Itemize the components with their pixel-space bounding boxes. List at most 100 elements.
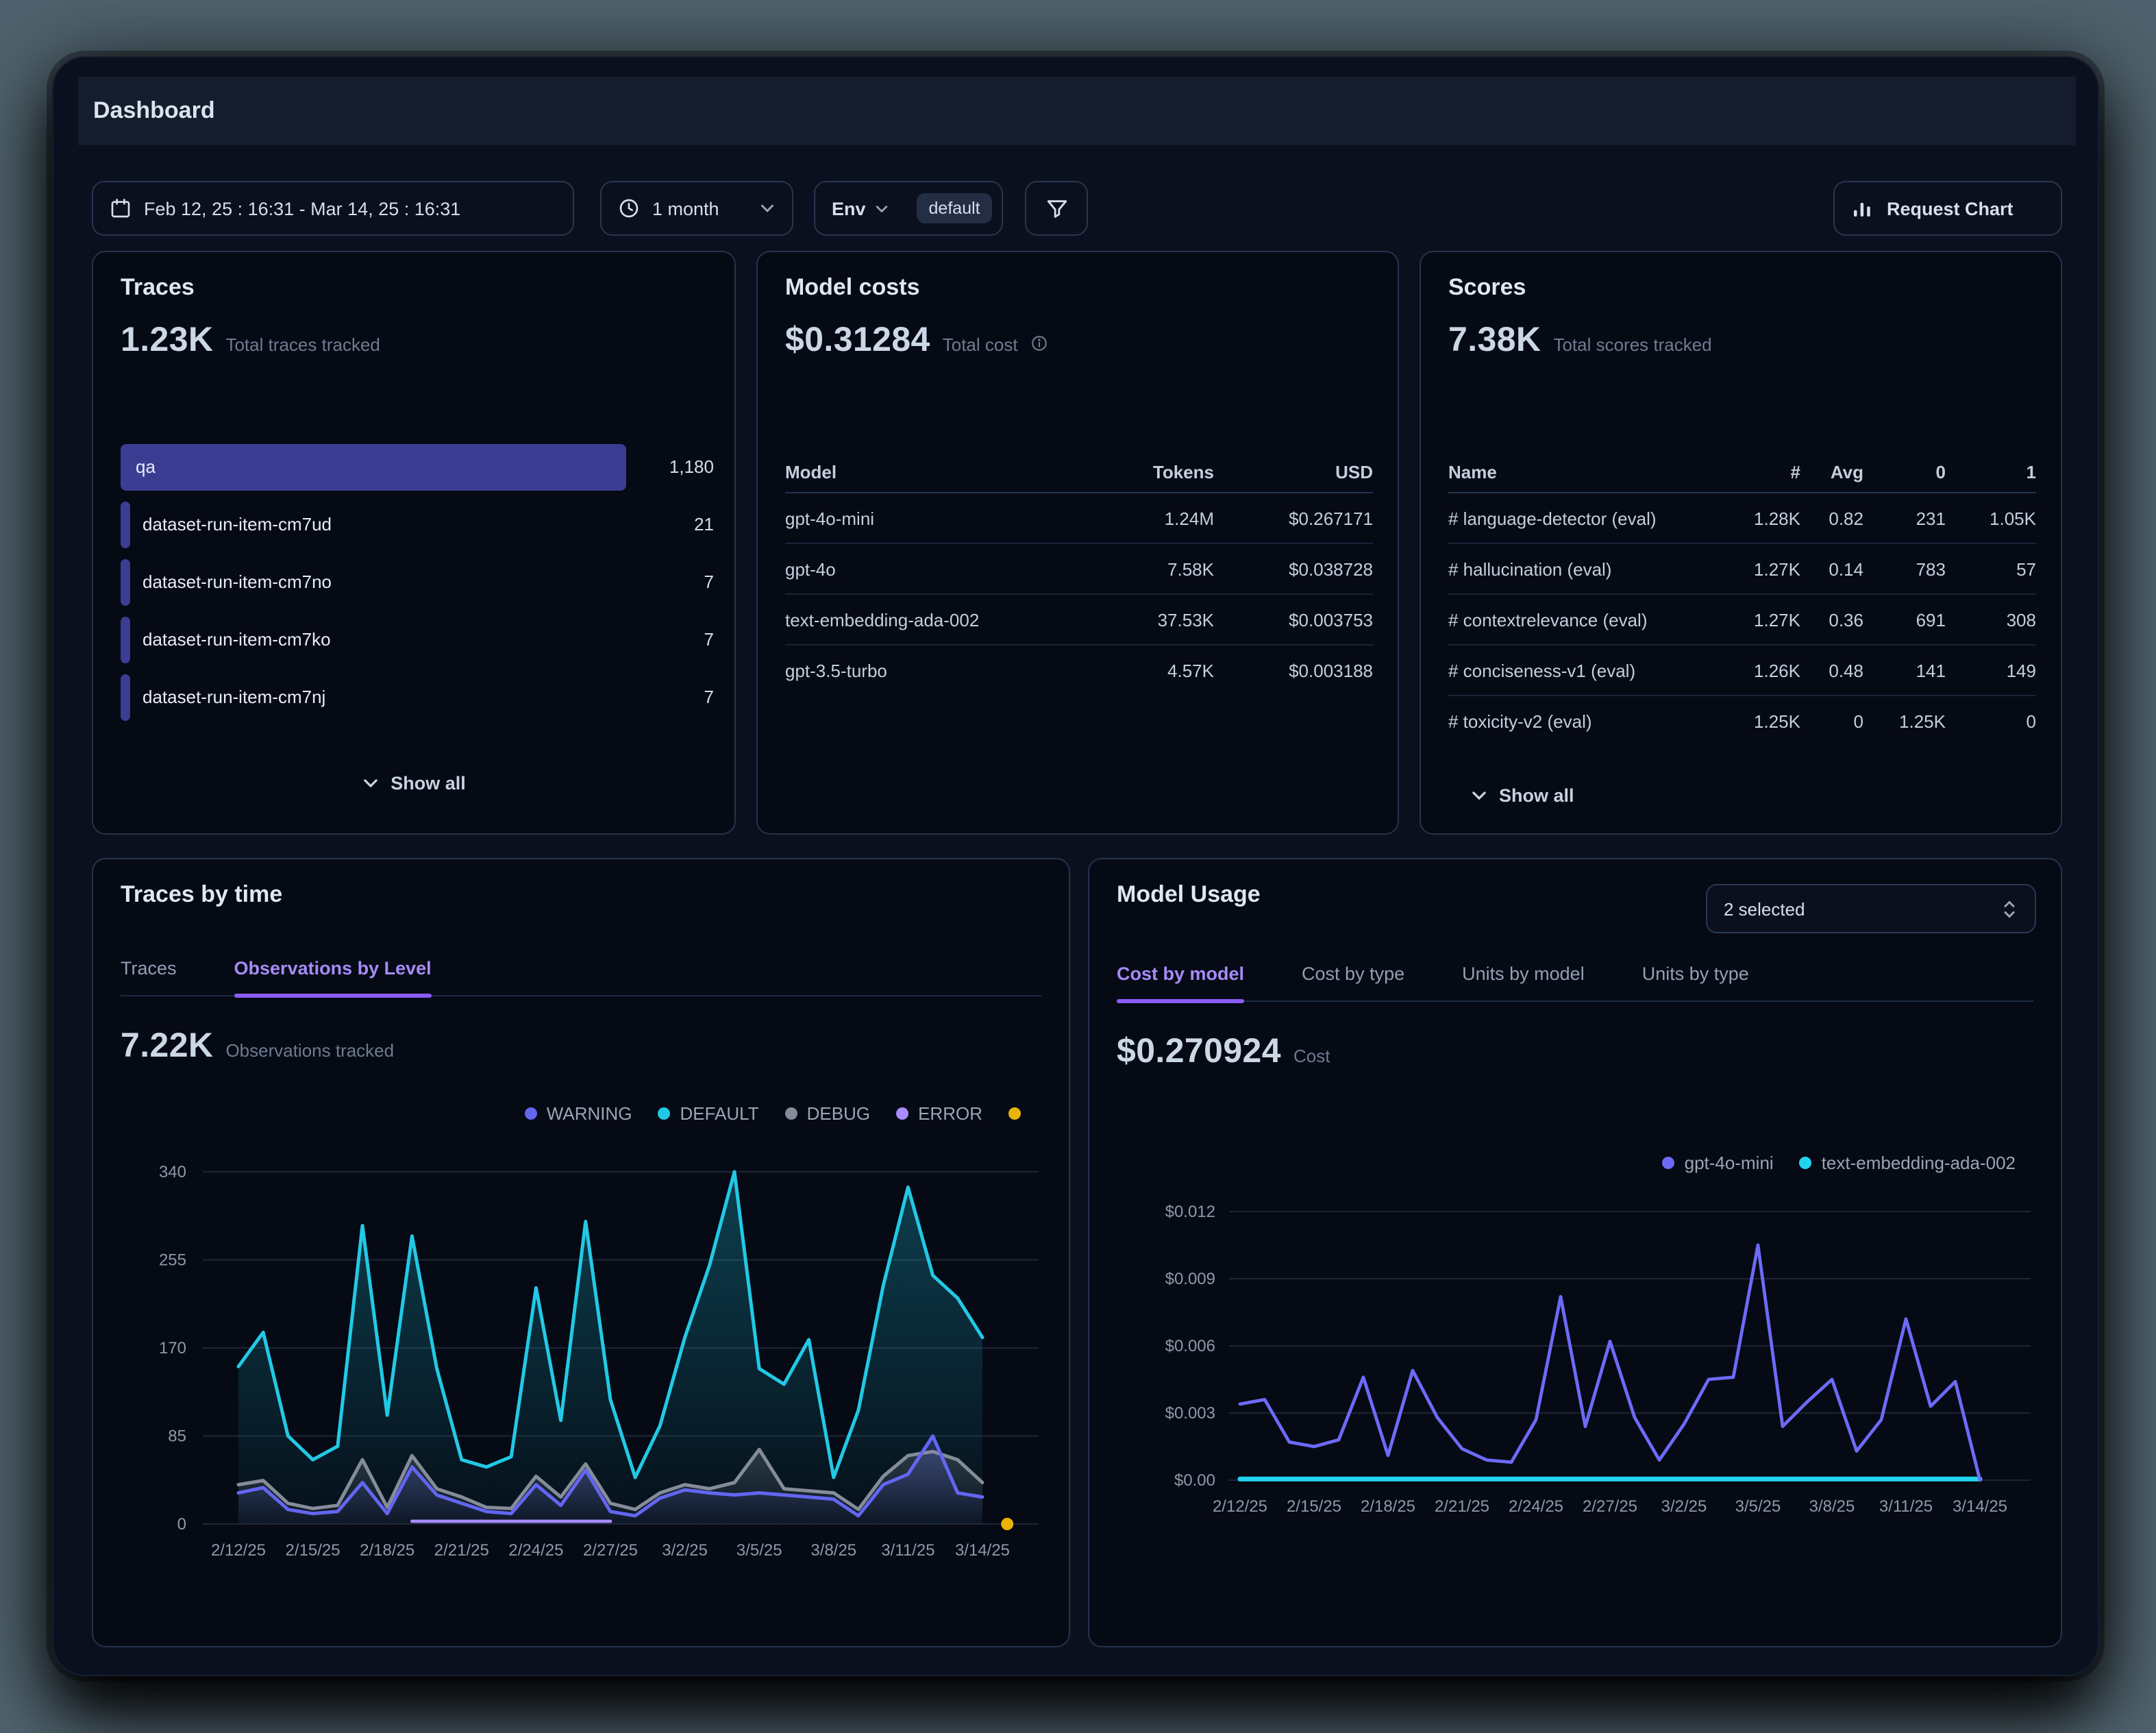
table-cell: $0.003753 — [1214, 609, 1373, 630]
model-usage-chart: $0.00$0.003$0.006$0.009$0.0122/12/252/15… — [1089, 859, 2064, 1649]
date-range-value: Feb 12, 25 : 16:31 - Mar 14, 25 : 16:31 — [144, 198, 460, 219]
table-cell: 308 — [1946, 609, 2036, 630]
chevron-down-icon — [874, 201, 889, 216]
trace-name: dataset-run-item-cm7ko — [143, 617, 331, 663]
table-cell: 0.14 — [1800, 558, 1863, 579]
svg-text:3/5/25: 3/5/25 — [1735, 1497, 1781, 1516]
svg-text:3/2/25: 3/2/25 — [1661, 1497, 1707, 1516]
svg-text:3/2/25: 3/2/25 — [662, 1541, 708, 1560]
table-cell: 1.24M — [1050, 508, 1214, 528]
table-cell: 1.27K — [1721, 609, 1800, 630]
table-cell: 0 — [1800, 711, 1863, 732]
request-chart-button[interactable]: Request Chart — [1833, 181, 2062, 236]
scores-card: Scores 7.38K Total scores tracked Name#A… — [1420, 251, 2062, 835]
traces-bar-list: qa1,180dataset-run-item-cm7ud21dataset-r… — [121, 444, 714, 732]
svg-text:$0.009: $0.009 — [1165, 1270, 1215, 1288]
table-cell: 57 — [1946, 558, 2036, 579]
model-costs-title: Model costs — [785, 274, 920, 302]
chevron-down-icon — [362, 774, 380, 792]
traces-card: Traces 1.23K Total traces tracked qa1,18… — [92, 251, 736, 835]
table-cell: # conciseness-v1 (eval) — [1448, 660, 1721, 680]
table-cell: 4.57K — [1050, 661, 1214, 681]
env-value-chip: default — [917, 193, 993, 223]
traces-total-value: 1.23K — [121, 321, 213, 360]
trace-name: dataset-run-item-cm7ud — [143, 502, 332, 548]
table-cell: # language-detector (eval) — [1448, 508, 1721, 528]
table-cell: 783 — [1863, 558, 1946, 579]
svg-text:2/18/25: 2/18/25 — [1361, 1497, 1415, 1516]
traces-show-all-button[interactable]: Show all — [93, 773, 734, 794]
svg-text:0: 0 — [177, 1515, 186, 1534]
scores-show-all-button[interactable]: Show all — [1470, 785, 1574, 806]
svg-text:85: 85 — [168, 1427, 186, 1446]
trace-name: qa — [136, 444, 156, 491]
traces-card-title: Traces — [121, 274, 195, 302]
table-cell: 1.25K — [1721, 711, 1800, 732]
table-cell: # hallucination (eval) — [1448, 558, 1721, 579]
table-cell: 37.53K — [1050, 609, 1214, 630]
svg-text:2/21/25: 2/21/25 — [1435, 1497, 1489, 1516]
info-icon — [1030, 334, 1048, 352]
trace-count: 7 — [704, 617, 714, 663]
screen: Dashboard Feb 12, 25 : 16:31 - Mar 14, 2… — [0, 0, 2156, 1733]
column-header: # — [1721, 462, 1800, 482]
time-preset-select[interactable]: 1 month — [600, 181, 793, 236]
table-cell: 1.27K — [1721, 558, 1800, 579]
app-window: Dashboard Feb 12, 25 : 16:31 - Mar 14, 2… — [52, 56, 2099, 1676]
total-scores-label: Total scores tracked — [1553, 334, 1711, 355]
svg-text:3/14/25: 3/14/25 — [1953, 1497, 2007, 1516]
trace-bar — [121, 444, 626, 491]
svg-text:3/11/25: 3/11/25 — [881, 1541, 934, 1560]
svg-text:2/18/25: 2/18/25 — [360, 1541, 414, 1560]
observations-by-level-chart: 0851702553402/12/252/15/252/18/252/21/25… — [93, 859, 1071, 1649]
svg-text:2/12/25: 2/12/25 — [1213, 1497, 1267, 1516]
table-cell: 0.48 — [1800, 660, 1863, 680]
table-cell: # contextrelevance (eval) — [1448, 609, 1721, 630]
table-cell: $0.267171 — [1214, 508, 1373, 528]
table-cell: $0.038728 — [1214, 558, 1373, 579]
table-cell: gpt-4o — [785, 558, 1050, 579]
svg-text:2/21/25: 2/21/25 — [434, 1541, 489, 1560]
trace-count: 7 — [704, 674, 714, 721]
column-header: Tokens — [1050, 462, 1214, 482]
table-header-row: Name#Avg01 — [1448, 452, 2036, 493]
table-cell: 231 — [1863, 508, 1946, 528]
trace-count: 7 — [704, 559, 714, 606]
time-preset-value: 1 month — [652, 198, 719, 219]
table-row: # hallucination (eval)1.27K0.1478357 — [1448, 544, 2036, 595]
chevron-down-icon — [759, 200, 776, 217]
trace-bar — [121, 559, 130, 606]
clock-icon — [618, 197, 640, 219]
table-row: # toxicity-v2 (eval)1.25K01.25K0 — [1448, 696, 2036, 747]
table-row: gpt-3.5-turbo4.57K$0.003188 — [785, 646, 1373, 696]
model-usage-card: Model Usage 2 selected Cost by modelCost… — [1088, 858, 2062, 1647]
svg-text:3/14/25: 3/14/25 — [955, 1541, 1010, 1560]
table-cell: 149 — [1946, 660, 2036, 680]
svg-text:170: 170 — [159, 1339, 186, 1357]
table-cell: 1.05K — [1946, 508, 2036, 528]
svg-text:340: 340 — [159, 1163, 186, 1181]
environment-filter[interactable]: Env default — [814, 181, 1003, 236]
traces-by-time-card: Traces by time TracesObservations by Lev… — [92, 858, 1070, 1647]
table-cell: gpt-4o-mini — [785, 508, 1050, 528]
date-range-picker[interactable]: Feb 12, 25 : 16:31 - Mar 14, 25 : 16:31 — [92, 181, 574, 236]
table-header-row: ModelTokensUSD — [785, 452, 1373, 493]
column-header: Name — [1448, 462, 1721, 482]
table-row: gpt-4o-mini1.24M$0.267171 — [785, 493, 1373, 544]
trace-bar — [121, 502, 130, 548]
table-row: # conciseness-v1 (eval)1.26K0.48141149 — [1448, 646, 2036, 696]
table-cell: 1.28K — [1721, 508, 1800, 528]
funnel-icon — [1045, 197, 1068, 220]
trace-count: 1,180 — [669, 444, 714, 491]
table-cell: gpt-3.5-turbo — [785, 661, 1050, 681]
filter-button[interactable] — [1025, 181, 1088, 236]
column-header: 1 — [1946, 462, 2036, 482]
trace-name: dataset-run-item-cm7nj — [143, 674, 325, 721]
trace-list-item: dataset-run-item-cm7no7 — [121, 559, 714, 606]
svg-text:$0.012: $0.012 — [1165, 1203, 1215, 1221]
svg-text:3/5/25: 3/5/25 — [736, 1541, 782, 1560]
page-title: Dashboard — [93, 77, 215, 145]
total-scores-value: 7.38K — [1448, 321, 1541, 360]
trace-list-item: dataset-run-item-cm7ko 7 — [121, 617, 714, 663]
column-header: 0 — [1863, 462, 1946, 482]
